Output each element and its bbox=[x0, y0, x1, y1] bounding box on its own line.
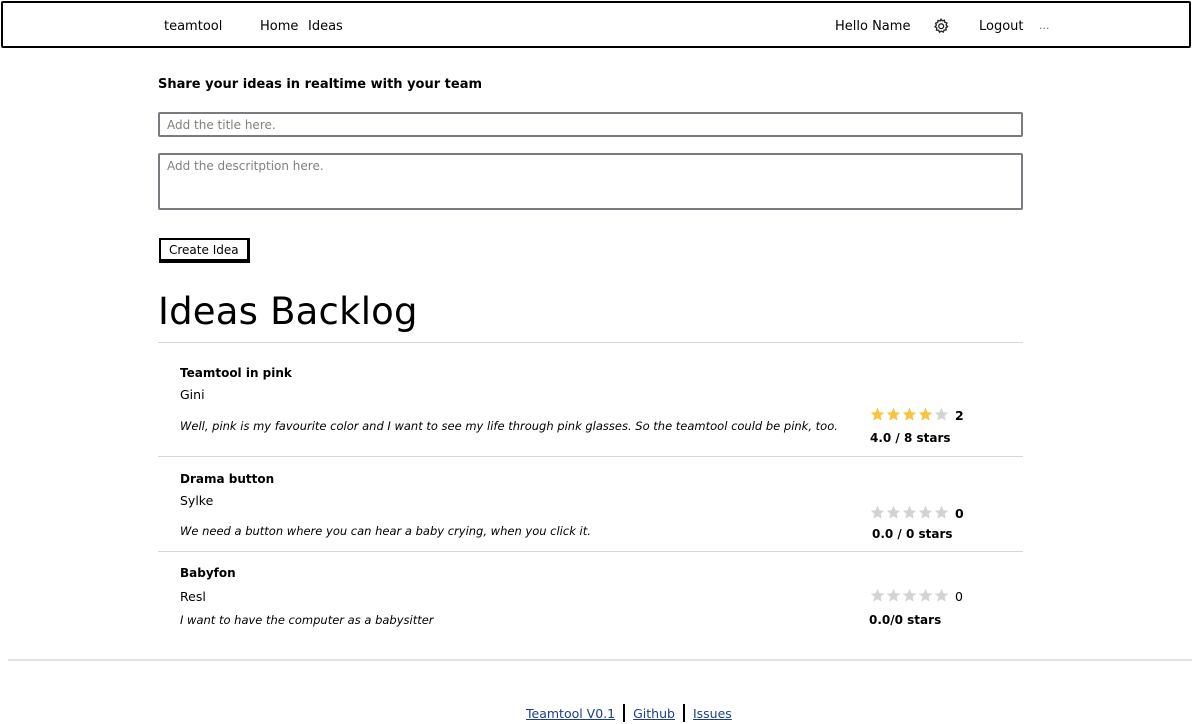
footer-divider bbox=[8, 659, 1192, 661]
footer-link-issues[interactable]: Issues bbox=[693, 706, 732, 721]
star-filled-icon[interactable] bbox=[870, 407, 885, 422]
rating-summary: 0.0/0 stars bbox=[869, 613, 942, 627]
star-empty-icon[interactable] bbox=[918, 505, 933, 520]
star-empty-icon[interactable] bbox=[870, 505, 885, 520]
rating-summary: 0.0 / 0 stars bbox=[872, 527, 953, 541]
idea-title: Babyfon bbox=[180, 566, 236, 580]
rating-summary: 4.0 / 8 stars bbox=[870, 431, 951, 445]
brand-name[interactable]: teamtool bbox=[164, 19, 222, 34]
star-rating[interactable] bbox=[870, 505, 949, 520]
footer: Teamtool V0.1 Github Issues bbox=[526, 704, 732, 722]
star-empty-icon[interactable] bbox=[886, 505, 901, 520]
idea-title: Drama button bbox=[180, 472, 275, 486]
nav-link-ideas[interactable]: Ideas bbox=[308, 19, 343, 34]
star-empty-icon[interactable] bbox=[902, 505, 917, 520]
vote-count: 2 bbox=[955, 408, 964, 423]
idea-description: Well, pink is my favourite color and I w… bbox=[180, 419, 838, 433]
idea-description: We need a button where you can hear a ba… bbox=[180, 524, 591, 538]
top-navbar: teamtool Home Ideas Hello Name Logout ..… bbox=[1, 1, 1191, 48]
star-rating[interactable] bbox=[870, 407, 949, 422]
star-empty-icon[interactable] bbox=[918, 588, 933, 603]
more-menu[interactable]: ... bbox=[1039, 19, 1050, 32]
idea-item: Drama button Sylke We need a button wher… bbox=[158, 457, 1023, 551]
vote-count: 0 bbox=[955, 589, 963, 604]
star-empty-icon[interactable] bbox=[934, 407, 949, 422]
idea-author: Gini bbox=[180, 387, 205, 402]
idea-title-input[interactable] bbox=[158, 112, 1023, 137]
footer-link-github[interactable]: Github bbox=[633, 706, 675, 721]
star-empty-icon[interactable] bbox=[934, 505, 949, 520]
idea-title: Teamtool in pink bbox=[180, 366, 292, 380]
idea-author: Sylke bbox=[180, 493, 214, 508]
vote-count: 0 bbox=[955, 506, 964, 521]
footer-link-version[interactable]: Teamtool V0.1 bbox=[526, 706, 615, 721]
idea-author: Resl bbox=[180, 589, 206, 604]
idea-item: Babyfon Resl I want to have the computer… bbox=[158, 552, 1023, 642]
footer-separator bbox=[623, 704, 626, 722]
idea-description: I want to have the computer as a babysit… bbox=[180, 613, 434, 627]
nav-link-home[interactable]: Home bbox=[260, 19, 298, 34]
idea-item: Teamtool in pink Gini Well, pink is my f… bbox=[158, 343, 1023, 456]
share-heading: Share your ideas in realtime with your t… bbox=[158, 77, 483, 92]
logout-link[interactable]: Logout bbox=[979, 19, 1024, 34]
idea-description-input[interactable] bbox=[158, 153, 1023, 210]
footer-separator bbox=[682, 704, 685, 722]
star-empty-icon[interactable] bbox=[902, 588, 917, 603]
star-filled-icon[interactable] bbox=[902, 407, 917, 422]
user-greeting: Hello Name bbox=[835, 19, 911, 34]
star-rating[interactable] bbox=[870, 588, 949, 603]
backlog-title: Ideas Backlog bbox=[158, 290, 418, 333]
star-empty-icon[interactable] bbox=[934, 588, 949, 603]
star-empty-icon[interactable] bbox=[886, 588, 901, 603]
gear-icon[interactable] bbox=[932, 17, 950, 35]
star-filled-icon[interactable] bbox=[886, 407, 901, 422]
create-idea-button[interactable]: Create Idea bbox=[159, 238, 250, 263]
star-empty-icon[interactable] bbox=[870, 588, 885, 603]
star-filled-icon[interactable] bbox=[918, 407, 933, 422]
